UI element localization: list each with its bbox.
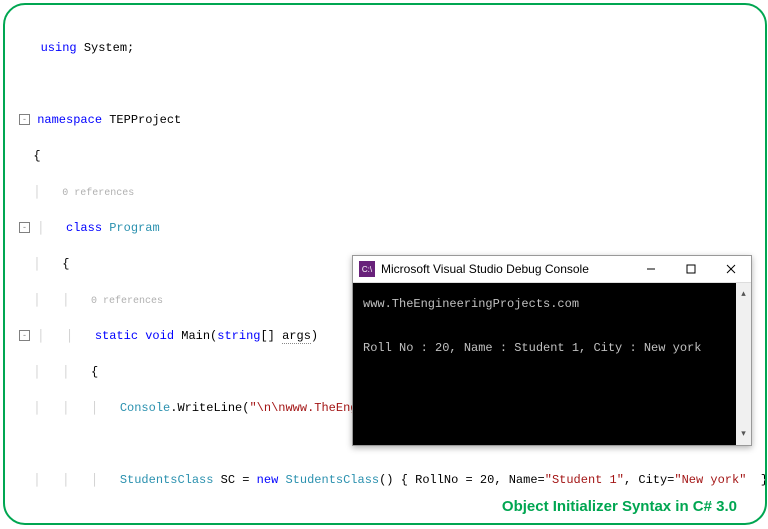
- type-studentsclass: StudentsClass: [120, 473, 214, 487]
- console-line: www.TheEngineeringProjects.com: [363, 293, 741, 315]
- keyword-class: class: [66, 221, 102, 235]
- vs-console-icon: C:\: [359, 261, 375, 277]
- scrollbar[interactable]: ▴ ▾: [736, 283, 751, 445]
- type-program: Program: [102, 221, 160, 235]
- keyword-using: using: [41, 41, 77, 55]
- scroll-down-icon[interactable]: ▾: [741, 423, 746, 445]
- close-button[interactable]: [711, 256, 751, 282]
- caption-text: Object Initializer Syntax in C# 3.0: [502, 498, 737, 515]
- console-line: Roll No : 20, Name : Student 1, City : N…: [363, 337, 741, 359]
- code-lens-0ref[interactable]: 0 references: [62, 188, 134, 199]
- minimize-button[interactable]: [631, 256, 671, 282]
- fold-icon[interactable]: -: [19, 222, 30, 233]
- screenshot-frame: using System; - namespace TEPProject { │…: [3, 3, 767, 525]
- type-console: Console: [120, 401, 170, 415]
- keyword-namespace: namespace: [37, 113, 102, 127]
- console-output[interactable]: www.TheEngineeringProjects.com Roll No :…: [353, 283, 751, 445]
- console-window: C:\ Microsoft Visual Studio Debug Consol…: [352, 255, 752, 446]
- scroll-up-icon[interactable]: ▴: [741, 283, 746, 305]
- fold-icon[interactable]: -: [19, 114, 30, 125]
- console-titlebar[interactable]: C:\ Microsoft Visual Studio Debug Consol…: [353, 256, 751, 283]
- maximize-button[interactable]: [671, 256, 711, 282]
- console-title-text: Microsoft Visual Studio Debug Console: [381, 262, 631, 276]
- fold-icon[interactable]: -: [19, 330, 30, 341]
- code-lens-0ref[interactable]: 0 references: [91, 296, 163, 307]
